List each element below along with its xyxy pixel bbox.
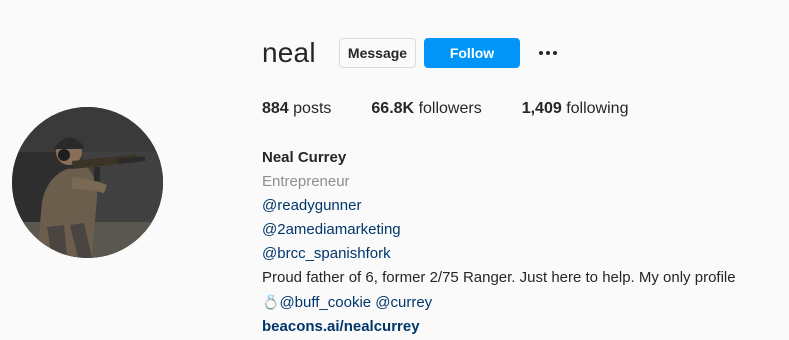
mention-link[interactable]: @brcc_spanishfork bbox=[262, 242, 782, 266]
avatar-photo bbox=[12, 107, 163, 258]
posts-count: 884 bbox=[262, 100, 289, 117]
category-label: Entrepreneur bbox=[262, 173, 350, 190]
following-label: following bbox=[566, 100, 629, 117]
profile-header: neal Message Follow 884 posts 66.8K foll… bbox=[0, 0, 789, 340]
followers-label: followers bbox=[418, 100, 482, 117]
followers-stat[interactable]: 66.8K followers bbox=[371, 100, 481, 118]
profile-stats: 884 posts 66.8K followers 1,409 followin… bbox=[262, 100, 668, 118]
dot bbox=[553, 51, 557, 55]
avatar[interactable] bbox=[12, 107, 163, 258]
bio-tags-line: 💍@buff_cookie @currey bbox=[262, 290, 782, 315]
followers-count: 66.8K bbox=[371, 100, 415, 117]
profile-bio: Neal Currey Entrepreneur @readygunner @2… bbox=[262, 146, 782, 339]
dot bbox=[546, 51, 550, 55]
full-name: Neal Currey bbox=[262, 149, 347, 166]
tag-links[interactable]: @buff_cookie @currey bbox=[279, 294, 432, 311]
posts-label: posts bbox=[293, 100, 332, 117]
posts-stat: 884 posts bbox=[262, 100, 331, 118]
following-count: 1,409 bbox=[521, 100, 562, 117]
message-button[interactable]: Message bbox=[339, 38, 416, 68]
dot bbox=[539, 51, 543, 55]
mention-link[interactable]: @2amediamarketing bbox=[262, 218, 782, 242]
external-link[interactable]: beacons.ai/nealcurrey bbox=[262, 315, 782, 339]
follow-button[interactable]: Follow bbox=[424, 38, 520, 68]
username: neal bbox=[262, 37, 316, 68]
mention-link[interactable]: @readygunner bbox=[262, 194, 782, 218]
following-stat[interactable]: 1,409 following bbox=[522, 100, 629, 118]
more-options-icon[interactable] bbox=[536, 44, 560, 62]
ring-emoji: 💍 bbox=[262, 294, 280, 310]
bio-description: Proud father of 6, former 2/75 Ranger. J… bbox=[262, 269, 736, 286]
